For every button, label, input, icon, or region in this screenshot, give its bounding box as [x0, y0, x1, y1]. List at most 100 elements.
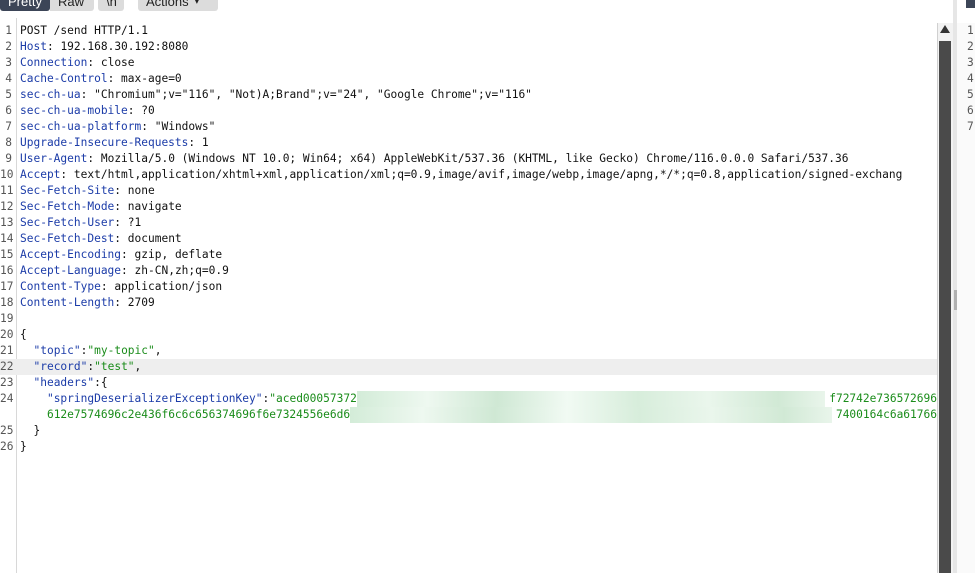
editor-line: 2 Host: 192.168.30.192:8080 — [0, 39, 937, 55]
json-string: "aced00057372 — [269, 392, 357, 405]
line-code: } — [20, 439, 27, 455]
line-code: Sec-Fetch-Dest: document — [20, 231, 182, 247]
header-colon: : — [121, 264, 128, 277]
response-pretty-tab[interactable] — [966, 0, 975, 8]
line-code: Content-Type: application/json — [20, 279, 222, 295]
line-text: { — [20, 328, 27, 341]
editor-line: 12 Sec-Fetch-Mode: navigate — [0, 199, 937, 215]
header-name: Upgrade-Insecure-Requests — [20, 136, 189, 149]
line-number: 8 — [5, 136, 12, 149]
header-name: Accept-Language — [20, 264, 122, 277]
line-number: 11 — [0, 184, 14, 197]
line-number: 7 — [5, 120, 12, 133]
header-colon: : — [100, 280, 108, 293]
raw-tab[interactable]: Raw — [50, 0, 94, 11]
header-value: navigate — [121, 200, 182, 213]
header-name: User-Agent — [20, 152, 88, 165]
editor-line: 7 sec-ch-ua-platform: "Windows" — [0, 119, 937, 135]
line-number: 21 — [0, 344, 14, 357]
line-number: 19 — [0, 312, 14, 325]
newline-toggle-label: \n — [106, 0, 117, 9]
json-key: "springDeserializerExceptionKey" — [46, 392, 263, 405]
line-code: Sec-Fetch-Site: none — [20, 183, 155, 199]
header-colon: : — [141, 120, 148, 133]
response-editor[interactable]: 1 2 3 4 5 6 7 — [957, 23, 975, 573]
request-toolbar: Pretty Raw \n Actions ▾ — [0, 0, 940, 16]
raw-tab-label: Raw — [58, 0, 85, 9]
line-number: 4 — [5, 72, 12, 85]
actions-dropdown[interactable]: Actions ▾ — [138, 0, 218, 11]
editor-line: 9 User-Agent: Mozilla/5.0 (Windows NT 10.… — [0, 151, 937, 167]
json-punct: { — [100, 376, 108, 389]
header-value: 1 — [195, 136, 209, 149]
line-number: 15 — [0, 248, 14, 261]
line-number: 18 — [0, 296, 14, 309]
line-code: Cache-Control: max-age=0 — [20, 71, 182, 87]
header-value: 2709 — [121, 296, 155, 309]
json-string-end: 7400164c6a61766 — [835, 408, 937, 421]
header-name: Accept — [20, 168, 61, 181]
line-code: "topic":"my-topic", — [20, 343, 162, 359]
line-code: sec-ch-ua-platform: "Windows" — [20, 119, 215, 135]
header-name: Connection — [20, 56, 88, 69]
editor-line: 25 } — [0, 423, 937, 439]
header-colon: : — [46, 40, 54, 53]
scroll-up-arrow-icon[interactable] — [940, 25, 950, 33]
pretty-tab[interactable]: Pretty — [0, 0, 50, 11]
json-key: "topic" — [33, 344, 81, 357]
header-value: 192.168.30.192:8080 — [53, 40, 189, 53]
header-value: zh-CN,zh;q=0.9 — [127, 264, 229, 277]
json-punct: , — [154, 344, 162, 357]
editor-line: 4 Cache-Control: max-age=0 — [0, 71, 937, 87]
json-punct: , — [134, 360, 142, 373]
editor-line: 13 Sec-Fetch-User: ?1 — [0, 215, 937, 231]
editor-line: 19 — [0, 311, 937, 327]
line-code: 612e7574696c2e436f6c6c656374696f6e732455… — [20, 407, 350, 423]
newline-toggle-button[interactable]: \n — [98, 0, 124, 11]
line-number: 24 — [0, 392, 14, 405]
line-number: 2 — [5, 40, 12, 53]
header-value: gzip, deflate — [127, 248, 223, 261]
line-code: Content-Length: 2709 — [20, 295, 155, 311]
header-value: ?0 — [134, 104, 155, 117]
editor-line: 20 { — [0, 327, 937, 343]
request-editor[interactable]: 1 POST /send HTTP/1.1 2 Host: 192.168.30.19… — [0, 23, 937, 573]
editor-line: 18 Content-Length: 2709 — [0, 295, 937, 311]
json-string-end: f72742e736572696 — [829, 392, 937, 405]
line-number: 6 — [5, 104, 12, 117]
line-text: } — [20, 440, 27, 453]
redacted-blur — [350, 407, 832, 423]
line-code: } — [20, 423, 40, 439]
header-value: max-age=0 — [114, 72, 182, 85]
editor-line: 1 POST /send HTTP/1.1 — [0, 23, 937, 39]
json-string: "test" — [94, 360, 135, 373]
header-value: document — [121, 232, 182, 245]
editor-line: 17 Content-Type: application/json — [0, 279, 937, 295]
header-name: sec-ch-ua-platform — [20, 120, 142, 133]
header-value: text/html,application/xhtml+xml,applicat… — [67, 168, 903, 181]
line-number: 16 — [0, 264, 14, 277]
chevron-down-icon: ▾ — [194, 0, 200, 6]
line-code: Sec-Fetch-User: ?1 — [20, 215, 141, 231]
header-colon: : — [127, 104, 135, 117]
editor-line: 3 Connection: close — [0, 55, 937, 71]
json-string: 612e7574696c2e436f6c6c656374696f6e732455… — [46, 408, 351, 421]
line-code: sec-ch-ua-mobile: ?0 — [20, 103, 155, 119]
header-value: close — [94, 56, 135, 69]
redacted-blur — [357, 391, 825, 407]
editor-line: 15 Accept-Encoding: gzip, deflate — [0, 247, 937, 263]
line-code: sec-ch-ua: "Chromium";v="116", "Not)A;Br… — [20, 87, 532, 103]
header-value: ?1 — [121, 216, 142, 229]
line-code: Upgrade-Insecure-Requests: 1 — [20, 135, 209, 151]
header-value: Mozilla/5.0 (Windows NT 10.0; Win64; x64… — [94, 152, 849, 165]
header-value: application/json — [107, 280, 223, 293]
header-name: Host — [20, 40, 47, 53]
line-number: 14 — [0, 232, 14, 245]
scrollbar-thumb[interactable] — [939, 41, 951, 573]
editor-line: 16 Accept-Language: zh-CN,zh;q=0.9 — [0, 263, 937, 279]
header-name: Sec-Fetch-Site — [20, 184, 115, 197]
vertical-scrollbar[interactable] — [937, 23, 954, 573]
